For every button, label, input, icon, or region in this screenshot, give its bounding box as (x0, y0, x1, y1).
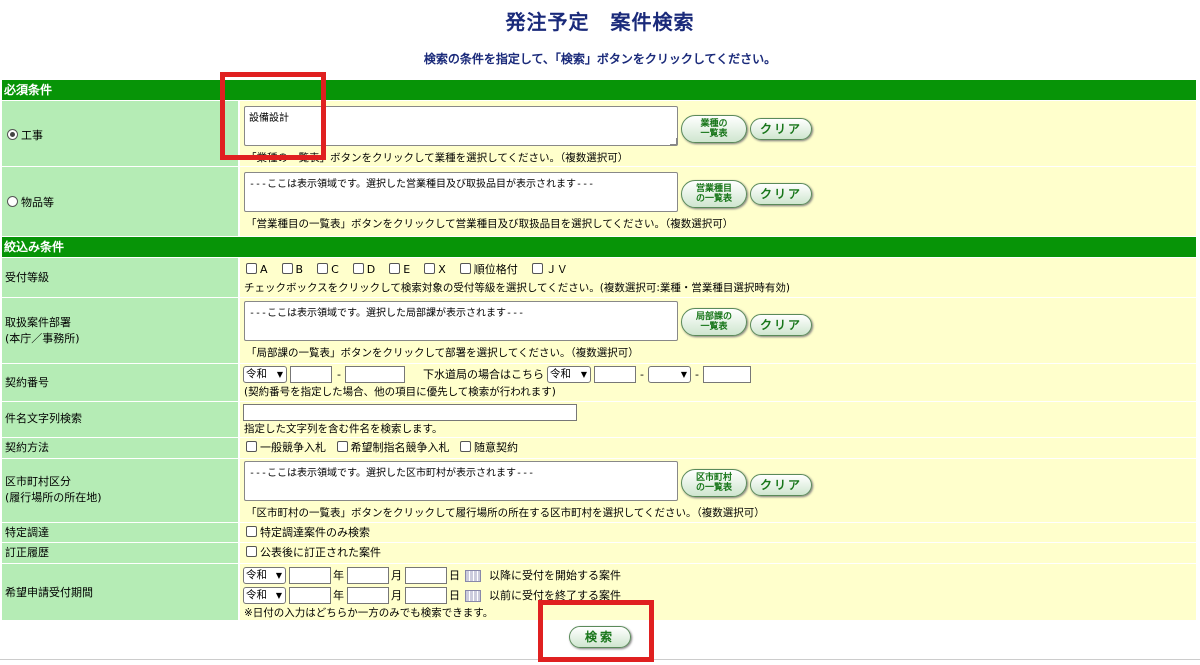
contract-number-input[interactable] (345, 366, 405, 383)
buppin-help-text: 「営業種目の一覧表」ボタンをクリックして営業種目及び取扱品目を選択してください。… (246, 218, 734, 230)
grade-option-c[interactable]: C (317, 263, 339, 276)
dept-clear-button[interactable]: クリア (750, 314, 812, 336)
contract-label: 契約番号 (5, 376, 49, 389)
dept-list-button[interactable]: 局部課の一覧表 (681, 308, 747, 336)
period-to-text: 以前に受付を終了する案件 (489, 589, 621, 602)
buppin-clear-button[interactable]: クリア (750, 183, 812, 205)
koji-help-text: 「業種の一覧表」ボタンをクリックして業種を選択してください。（複数選択可） (246, 152, 629, 164)
area-row: 区市町村区分 (履行場所の所在地) ---ここは表示領域です。選択した区市町村が… (2, 459, 1196, 523)
grade-option-b[interactable]: B (281, 263, 303, 276)
koji-radio-label[interactable]: 工事 (7, 128, 43, 144)
dept-row: 取扱案件部署 (本庁／事務所) ---ここは表示領域です。選択した局部課が表示さ… (2, 298, 1196, 364)
buppin-list-button[interactable]: 営業種目の一覧表 (681, 180, 747, 208)
revision-row: 訂正履歴 公表後に訂正された案件 (2, 543, 1196, 564)
keyword-help-text: 指定した文字列を含む件名を検索します。 (244, 423, 443, 435)
chevron-down-icon: ▼ (275, 591, 282, 600)
chevron-down-icon: ▼ (276, 370, 283, 379)
contract-year-input[interactable] (290, 366, 332, 383)
search-button[interactable]: 検索 (569, 626, 631, 648)
grade-option-rank[interactable]: 順位格付 (459, 263, 518, 276)
area-display-area[interactable]: ---ここは表示領域です。選択した区市町村が表示されます--- (244, 461, 678, 501)
period-from-year-input[interactable] (289, 567, 331, 584)
chevron-down-icon: ▼ (275, 571, 282, 580)
period-from-day-input[interactable] (405, 567, 447, 584)
area-list-button[interactable]: 区市町村の一覧表 (681, 469, 747, 497)
period-label: 希望申請受付期間 (5, 586, 93, 599)
buppin-radio[interactable] (7, 196, 18, 207)
period-to-day-input[interactable] (405, 587, 447, 604)
sewer-number-input[interactable] (703, 366, 751, 383)
koji-clear-button[interactable]: クリア (750, 118, 812, 140)
section-filter-header: 絞込み条件 (2, 237, 1196, 257)
area-clear-button[interactable]: クリア (750, 474, 812, 496)
koji-display-area[interactable]: 設備設計 (244, 106, 678, 146)
sewer-era-select[interactable]: 令和 ▼ (547, 366, 591, 383)
revision-option[interactable]: 公表後に訂正された案件 (246, 544, 381, 561)
period-to-year-input[interactable] (289, 587, 331, 604)
dept-display-area[interactable]: ---ここは表示領域です。選択した局部課が表示されます--- (244, 301, 678, 341)
area-sublabel: (履行場所の所在地) (5, 491, 102, 504)
method-option-private[interactable]: 随意契約 (460, 441, 518, 454)
period-note: ※日付の入力はどちらか一方のみでも検索できます。 (244, 607, 494, 619)
period-from-month-input[interactable] (347, 567, 389, 584)
sewer-year-input[interactable] (594, 366, 636, 383)
period-row: 希望申請受付期間 令和 ▼ 年 月 日 以降に受付を開始する案件 令和 ▼ 年 月 … (2, 564, 1196, 621)
grade-options: A B C D E X 順位格付 ＪＶ (246, 261, 568, 278)
grade-option-jv[interactable]: ＪＶ (531, 263, 568, 276)
buppin-radio-label[interactable]: 物品等 (7, 195, 54, 211)
grade-option-x[interactable]: X (424, 263, 446, 276)
calendar-icon[interactable] (465, 590, 481, 602)
page-subtitle: 検索の条件を指定して、「検索」ボタンをクリックしてください。 (423, 52, 777, 66)
revision-label: 訂正履歴 (5, 546, 49, 559)
grade-label: 受付等級 (5, 271, 49, 284)
contract-note: (契約番号を指定した場合、他の項目に優先して検索が行われます) (244, 386, 556, 398)
calendar-icon[interactable] (465, 570, 481, 582)
method-row: 契約方法 一般競争入札 希望制指名競争入札 随意契約 (2, 438, 1196, 459)
special-label: 特定調達 (5, 526, 49, 539)
chevron-down-icon: ▼ (680, 370, 687, 379)
dept-label: 取扱案件部署 (5, 316, 71, 329)
special-row: 特定調達 特定調達案件のみ検索 (2, 523, 1196, 543)
buppin-row: 物品等 ---ここは表示領域です。選択した営業種目及び取扱品目が表示されます--… (2, 167, 1196, 237)
buppin-display-area[interactable]: ---ここは表示領域です。選択した営業種目及び取扱品目が表示されます--- (244, 172, 678, 212)
dept-sublabel: (本庁／事務所) (5, 332, 80, 345)
grade-option-d[interactable]: D (352, 263, 375, 276)
area-help-text: 「区市町村の一覧表」ボタンをクリックして履行場所の所在する区市町村を選択してくだ… (246, 507, 765, 519)
method-option-designated[interactable]: 希望制指名競争入札 (336, 441, 450, 454)
grade-option-e[interactable]: E (389, 263, 410, 276)
method-option-general[interactable]: 一般競争入札 (246, 441, 326, 454)
koji-list-button[interactable]: 業種の一覧表 (681, 115, 747, 143)
keyword-label: 件名文字列検索 (5, 412, 82, 425)
sewer-type-select[interactable]: ▼ (648, 366, 691, 383)
keyword-input[interactable] (243, 404, 577, 421)
dept-help-text: 「局部課の一覧表」ボタンをクリックして部署を選択してください。（複数選択可） (246, 347, 639, 359)
grade-row: 受付等級 A B C D E X 順位格付 ＪＶ チェックボックスをクリックして… (2, 258, 1196, 298)
contract-row: 契約番号 令和 ▼ - 下水道局の場合はこちら 令和 ▼ - ▼ - (契約番号を指… (2, 364, 1196, 402)
period-to-era-select[interactable]: 令和 ▼ (243, 587, 286, 604)
bottom-divider (0, 659, 1200, 660)
page-title: 発注予定 案件検索 (505, 10, 695, 34)
period-from-era-select[interactable]: 令和 ▼ (243, 567, 286, 584)
koji-radio[interactable] (7, 129, 18, 140)
grade-help-text: チェックボックスをクリックして検索対象の受付等級を選択してください。(複数選択可… (244, 282, 790, 294)
period-to-month-input[interactable] (347, 587, 389, 604)
keyword-row: 件名文字列検索 指定した文字列を含む件名を検索します。 (2, 402, 1196, 438)
sewer-label: 下水道局の場合はこちら (423, 368, 544, 381)
chevron-down-icon: ▼ (580, 370, 587, 379)
period-from-text: 以降に受付を開始する案件 (489, 569, 621, 582)
area-label: 区市町村区分 (5, 475, 71, 488)
section-required-header: 必須条件 (2, 80, 1196, 100)
special-option[interactable]: 特定調達案件のみ検索 (246, 524, 370, 541)
koji-row: 工事 設備設計 業種の一覧表 クリア 「業種の一覧表」ボタンをクリックして業種を… (2, 101, 1196, 167)
grade-option-a[interactable]: A (246, 263, 268, 276)
resize-grip-icon[interactable] (670, 138, 677, 145)
method-label: 契約方法 (5, 441, 49, 454)
contract-era-select[interactable]: 令和 ▼ (243, 366, 287, 383)
